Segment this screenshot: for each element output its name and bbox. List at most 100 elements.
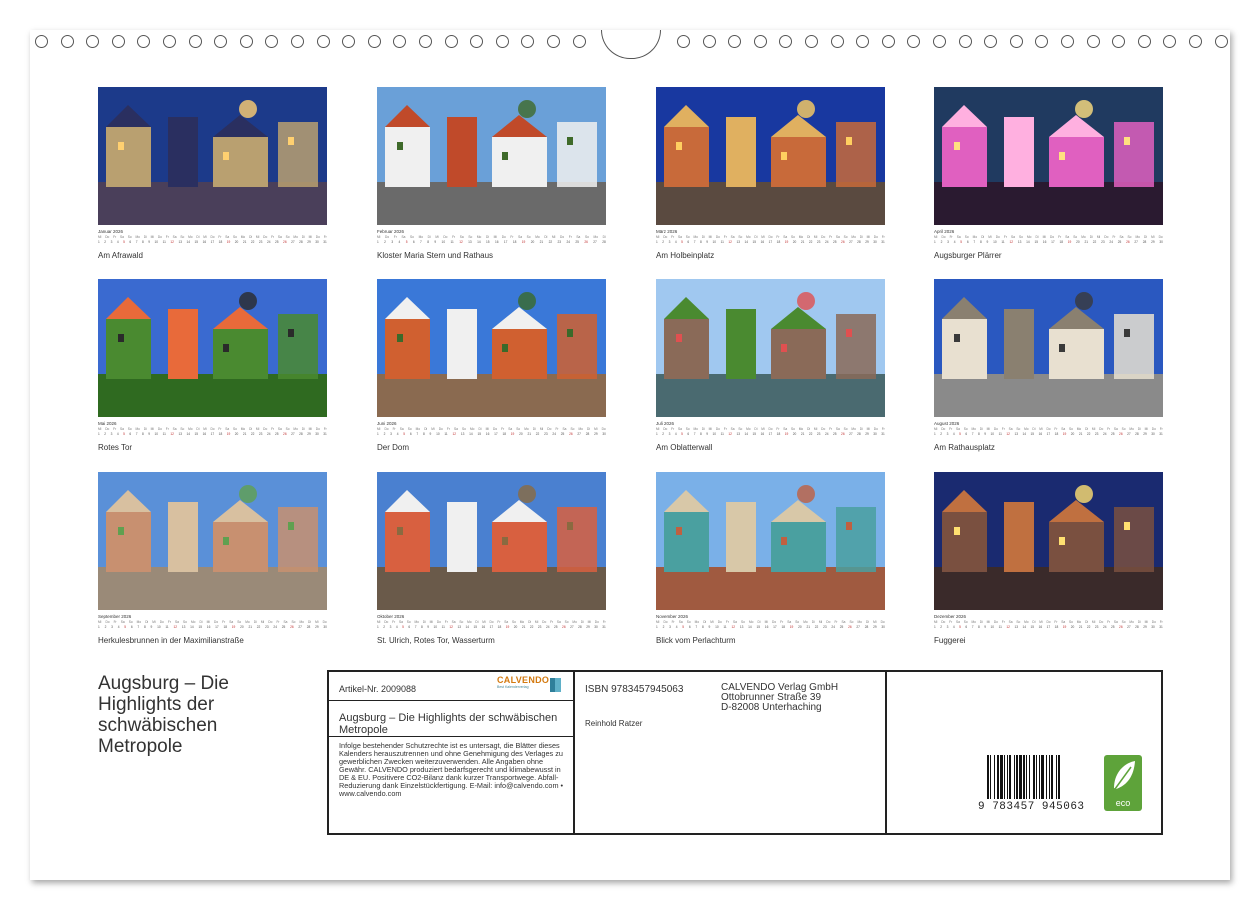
info-left-column: Artikel-Nr. 2009088 Augsburg – Die Highl… (329, 672, 575, 833)
day-number: 14 (744, 240, 748, 245)
day-number: 6 (413, 240, 415, 245)
weekday: Fr (671, 427, 674, 432)
day-number: 26 (283, 432, 287, 437)
day-number: 12 (173, 625, 177, 630)
day-number: 23 (259, 240, 263, 245)
day-number: 14 (469, 432, 473, 437)
day-number: 8 (700, 240, 702, 245)
day-number-row: 1234567891011121314151617181920212223242… (656, 432, 885, 437)
day-number: 15 (753, 240, 757, 245)
day-number: 21 (522, 625, 526, 630)
day-number: 9 (148, 432, 150, 437)
day-number: 31 (323, 240, 327, 245)
weekday: Do (437, 620, 441, 625)
day-number: 21 (1079, 625, 1083, 630)
month-block: April 2026MiDoFrSaSoMoDiMiDoFrSaSoMoDiMi… (934, 87, 1163, 260)
day-number: 10 (436, 432, 440, 437)
day-number: 28 (586, 432, 590, 437)
photo-image (377, 472, 606, 610)
day-number: 8 (978, 625, 980, 630)
binding-ring (882, 35, 895, 48)
month-caption: Augsburger Plärrer (934, 251, 1163, 260)
day-number: 26 (584, 240, 588, 245)
day-number: 18 (219, 240, 223, 245)
day-number: 30 (594, 625, 598, 630)
day-number: 2 (662, 432, 664, 437)
day-number: 19 (1063, 432, 1067, 437)
weekday: Fr (950, 235, 953, 240)
day-number: 9 (987, 240, 989, 245)
day-number: 26 (569, 432, 573, 437)
day-number: 2 (104, 432, 106, 437)
binding-ring (907, 35, 920, 48)
day-number: 27 (1127, 625, 1131, 630)
month-caption: Der Dom (377, 443, 606, 452)
leaf-icon (1104, 755, 1142, 795)
weekday: Mi (709, 235, 712, 240)
binding-ring (35, 35, 48, 48)
month-caption: Am Afrawald (98, 251, 327, 260)
day-number: 20 (1071, 432, 1075, 437)
day-number: 26 (283, 240, 287, 245)
day-number: 1 (934, 625, 936, 630)
day-number: 4 (397, 432, 399, 437)
day-number: 13 (461, 432, 465, 437)
month-photo (934, 87, 1163, 225)
day-number-row: 1234567891011121314151617181920212223242… (98, 625, 327, 630)
divider (329, 736, 573, 737)
day-number: 6 (129, 240, 131, 245)
day-number: 17 (504, 240, 508, 245)
day-number: 10 (713, 432, 717, 437)
day-number: 16 (1043, 240, 1047, 245)
binding-ring (368, 35, 381, 48)
binding-ring (1087, 35, 1100, 48)
day-number: 18 (502, 432, 506, 437)
day-number: 3 (669, 240, 671, 245)
day-number: 17 (1051, 240, 1055, 245)
weekday: Fr (829, 235, 832, 240)
day-number: 31 (1159, 432, 1163, 437)
weekday: Fr (166, 427, 169, 432)
day-number: 22 (257, 625, 261, 630)
photo-image (934, 279, 1163, 417)
day-number: 28 (299, 432, 303, 437)
day-number: 5 (403, 432, 405, 437)
day-number: 18 (777, 432, 781, 437)
day-number: 9 (706, 240, 708, 245)
day-number: 5 (959, 432, 961, 437)
day-number: 5 (124, 625, 126, 630)
month-block: Januar 2026MiDoFrSaSoMoDiMiDoFrSaSoMoDiM… (98, 87, 327, 260)
day-number: 20 (798, 625, 802, 630)
day-number: 2 (663, 625, 665, 630)
month-block: Dezember 2026MiDoFrSaSoMoDiMiDoFrSaSoMoD… (934, 472, 1163, 645)
day-number: 8 (980, 240, 982, 245)
day-number: 1 (934, 240, 936, 245)
month-photo (377, 472, 606, 610)
day-number: 7 (694, 432, 696, 437)
day-number: 19 (1068, 240, 1072, 245)
day-number: 21 (540, 240, 544, 245)
day-number: 10 (442, 240, 446, 245)
month-caption: Kloster Maria Stern und Rathaus (377, 251, 606, 260)
day-number: 27 (1134, 240, 1138, 245)
day-number: 17 (1047, 625, 1051, 630)
day-number: 20 (531, 240, 535, 245)
day-number: 19 (1063, 625, 1067, 630)
day-number: 16 (765, 625, 769, 630)
photo-image (377, 87, 606, 225)
binding-ring (419, 35, 432, 48)
day-number: 4 (117, 432, 119, 437)
publisher-address: CALVENDO Verlag GmbH Ottobrunner Straße … (721, 683, 838, 713)
day-number: 2 (383, 625, 385, 630)
day-number: 17 (211, 432, 215, 437)
month-photo (656, 472, 885, 610)
day-number: 11 (723, 625, 726, 630)
weekday: Fr (1107, 427, 1110, 432)
day-number: 9 (434, 240, 436, 245)
day-number: 30 (1151, 432, 1155, 437)
day-number: 5 (960, 240, 962, 245)
day-number: 14 (186, 240, 190, 245)
day-number: 3 (947, 240, 949, 245)
binding-ring (959, 35, 972, 48)
day-number: 28 (1135, 625, 1139, 630)
